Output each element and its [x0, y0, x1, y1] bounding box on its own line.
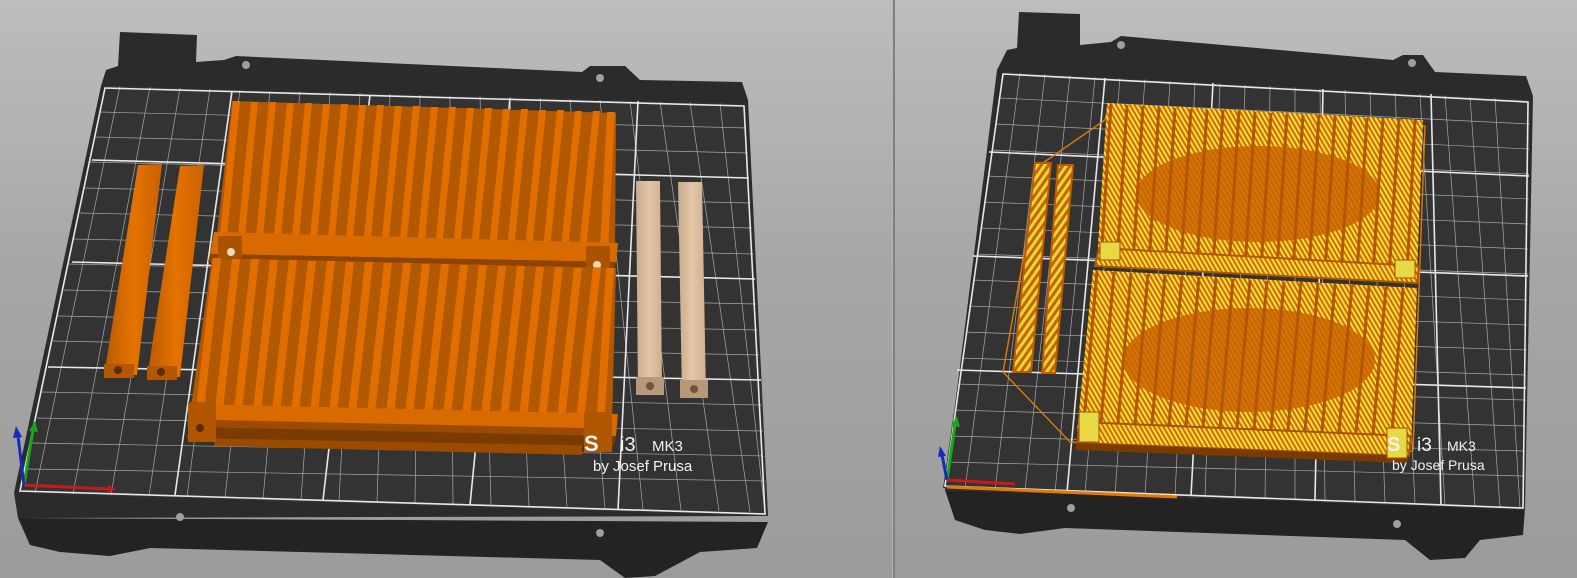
bed-mount-hole [596, 529, 604, 537]
bed-mount-hole [1393, 520, 1401, 528]
bed-mount-hole [1067, 504, 1075, 512]
printed-object-grille[interactable] [186, 101, 618, 455]
bed-logo-model: i3 [1417, 435, 1432, 456]
left-scene: S i3 MK3 by Josef Prusa [13, 32, 768, 578]
svg-text:S: S [584, 431, 599, 456]
svg-text:S: S [1387, 434, 1400, 456]
bed-logo-submodel: MK3 [652, 438, 683, 455]
bed-logo-model: i3 [620, 434, 636, 456]
right-sliced-preview-viewport[interactable]: S i3 MK3 by Josef Prusa [895, 0, 1577, 578]
bed-logo-byline: by Josef Prusa [1392, 457, 1485, 473]
bed-mount-hole [596, 74, 604, 82]
bed-mount-hole [176, 513, 184, 521]
bed-mount-hole [242, 61, 250, 69]
bed-logo-byline: by Josef Prusa [593, 458, 693, 475]
left-3d-preview-viewport[interactable]: S i3 MK3 by Josef Prusa [0, 0, 892, 578]
bed-mount-hole [1117, 41, 1125, 49]
right-scene: S i3 MK3 by Josef Prusa [938, 12, 1533, 560]
prusaslicer-dual-viewport: S i3 MK3 by Josef Prusa S i3 MK3 by Jose… [0, 0, 1577, 578]
bed-mount-hole [1408, 59, 1416, 67]
bed-logo-submodel: MK3 [1447, 438, 1476, 454]
